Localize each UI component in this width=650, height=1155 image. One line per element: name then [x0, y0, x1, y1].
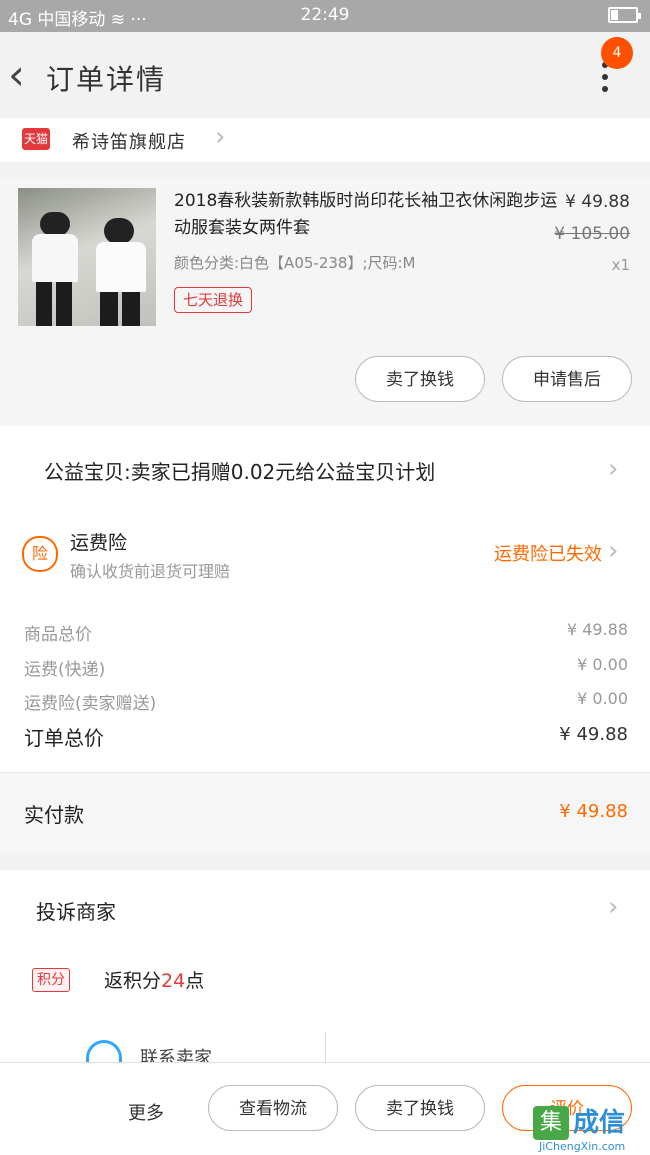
summary-label: 运费险(卖家赠送): [24, 694, 157, 714]
store-row[interactable]: 天猫 希诗笛旗舰店 ›: [0, 118, 650, 162]
notification-badge[interactable]: 4: [601, 37, 633, 69]
insurance-status: 运费险已失效: [494, 544, 602, 565]
points-text: 返积分24点: [104, 970, 205, 992]
paid-row: 实付款 ¥ 49.88: [0, 773, 650, 853]
more-button[interactable]: 更多: [128, 1099, 164, 1125]
product-image[interactable]: [18, 188, 156, 326]
status-time: 22:49: [300, 5, 350, 25]
header: ‹ 订单详情 4: [0, 32, 650, 118]
insurance-icon: 险: [22, 536, 58, 572]
watermark-url: JiChengXin.com: [539, 1140, 626, 1153]
complaint-row[interactable]: 投诉商家 ›: [0, 870, 650, 948]
watermark-logo: 集: [533, 1106, 569, 1140]
product-card[interactable]: 2018春秋装新款韩版时尚印花长袖卫衣休闲跑步运动服套装女两件套 ¥ 49.88…: [0, 178, 650, 426]
paid-value: ¥ 49.88: [559, 801, 628, 822]
product-title[interactable]: 2018春秋装新款韩版时尚印花长袖卫衣休闲跑步运动服套装女两件套: [174, 188, 559, 242]
view-logistics-button[interactable]: 查看物流: [208, 1085, 338, 1131]
watermark-text: 成信: [573, 1108, 626, 1138]
seven-day-return-tag: 七天退换: [174, 287, 253, 313]
order-total-label: 订单总价: [24, 726, 104, 750]
price-current: ¥ 49.88: [565, 192, 630, 212]
chevron-right-icon: ›: [608, 536, 619, 566]
tmall-logo: 天猫: [22, 128, 50, 150]
charity-text: 公益宝贝:卖家已捐赠0.02元给公益宝贝计划: [44, 460, 436, 484]
carrier-signal: 4G 中国移动 ≋ ···: [8, 10, 147, 30]
price-original: ¥ 105.00: [554, 224, 630, 244]
summary-label: 商品总价: [24, 625, 92, 645]
summary-label: 运费(快递): [24, 660, 106, 680]
sell-button[interactable]: 卖了换钱: [355, 1085, 485, 1131]
summary-value: ¥ 0.00: [577, 655, 628, 674]
watermark: 集 成信 JiChengXin.com: [533, 1102, 650, 1155]
battery-icon: [608, 7, 641, 23]
points-badge: 积分: [32, 968, 70, 992]
store-name[interactable]: 希诗笛旗舰店: [72, 128, 186, 154]
shipping-insurance-row[interactable]: 险 运费险 确认收货前退货可理赔 运费险已失效 ›: [0, 518, 650, 598]
divider: [325, 1032, 326, 1066]
sell-button[interactable]: 卖了换钱: [355, 356, 485, 402]
price-summary: 商品总价 ¥ 49.88 运费(快递) ¥ 0.00 运费险(卖家赠送) ¥ 0…: [0, 598, 650, 772]
insurance-subtitle: 确认收货前退货可理赔: [70, 562, 231, 581]
paid-label: 实付款: [24, 803, 84, 827]
summary-value: ¥ 49.88: [566, 620, 628, 639]
after-sales-button[interactable]: 申请售后: [502, 356, 632, 402]
page-title: 订单详情: [46, 63, 167, 96]
insurance-title: 运费险: [70, 532, 128, 554]
chevron-right-icon: ›: [608, 892, 619, 922]
points-row: 积分 返积分24点: [0, 948, 650, 1016]
back-icon[interactable]: ‹: [8, 54, 25, 96]
contact-row[interactable]: 联系卖家: [0, 1016, 650, 1069]
order-total-value: ¥ 49.88: [559, 724, 628, 745]
charity-row[interactable]: 公益宝贝:卖家已捐赠0.02元给公益宝贝计划 ›: [0, 426, 650, 518]
product-quantity: x1: [611, 256, 630, 274]
summary-value: ¥ 0.00: [577, 689, 628, 708]
chevron-right-icon: ›: [608, 454, 619, 484]
chevron-right-icon: ›: [215, 122, 226, 152]
product-spec: 颜色分类:白色【A05-238】;尺码:M: [174, 254, 416, 272]
complaint-text: 投诉商家: [36, 900, 116, 924]
status-bar: 4G 中国移动 ≋ ··· 22:49: [0, 0, 650, 32]
